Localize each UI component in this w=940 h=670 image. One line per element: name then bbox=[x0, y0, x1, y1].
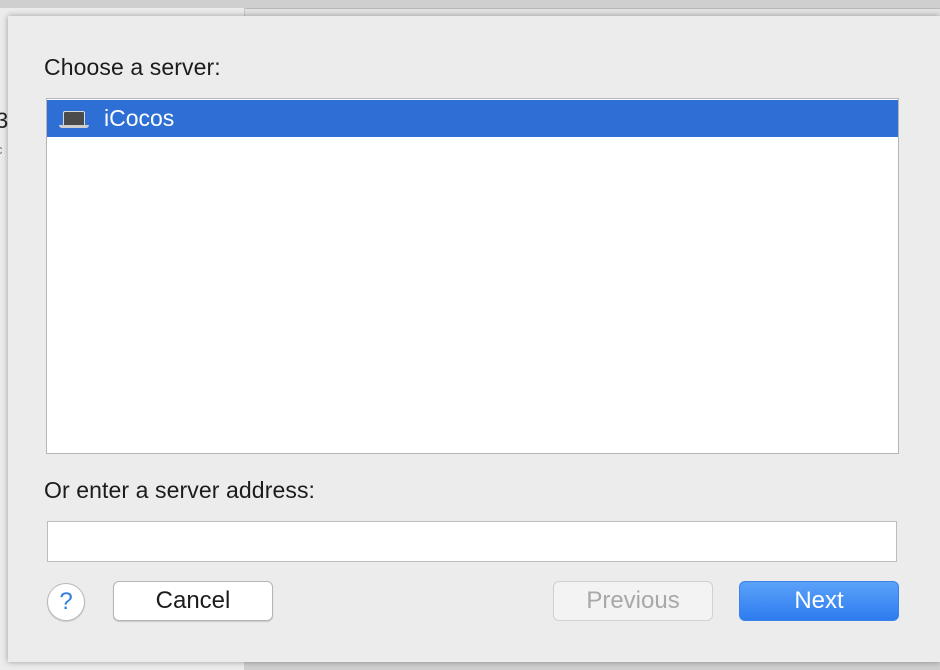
previous-button[interactable]: Previous bbox=[553, 581, 713, 621]
next-button[interactable]: Next bbox=[739, 581, 899, 621]
background-subtext: c bbox=[0, 142, 3, 157]
background-text: 3 bbox=[0, 108, 9, 133]
choose-server-label: Choose a server: bbox=[44, 54, 221, 80]
help-button[interactable]: ? bbox=[47, 583, 85, 621]
choose-server-sheet: Choose a server: iCocos Or enter a serve… bbox=[8, 16, 940, 662]
server-name: iCocos bbox=[104, 105, 175, 131]
cancel-button[interactable]: Cancel bbox=[113, 581, 273, 621]
laptop-icon bbox=[59, 109, 89, 129]
server-address-label: Or enter a server address: bbox=[44, 477, 316, 503]
server-list[interactable]: iCocos bbox=[46, 98, 899, 454]
help-icon: ? bbox=[59, 588, 73, 615]
server-list-item[interactable]: iCocos bbox=[47, 100, 898, 137]
server-address-input[interactable] bbox=[47, 521, 897, 562]
